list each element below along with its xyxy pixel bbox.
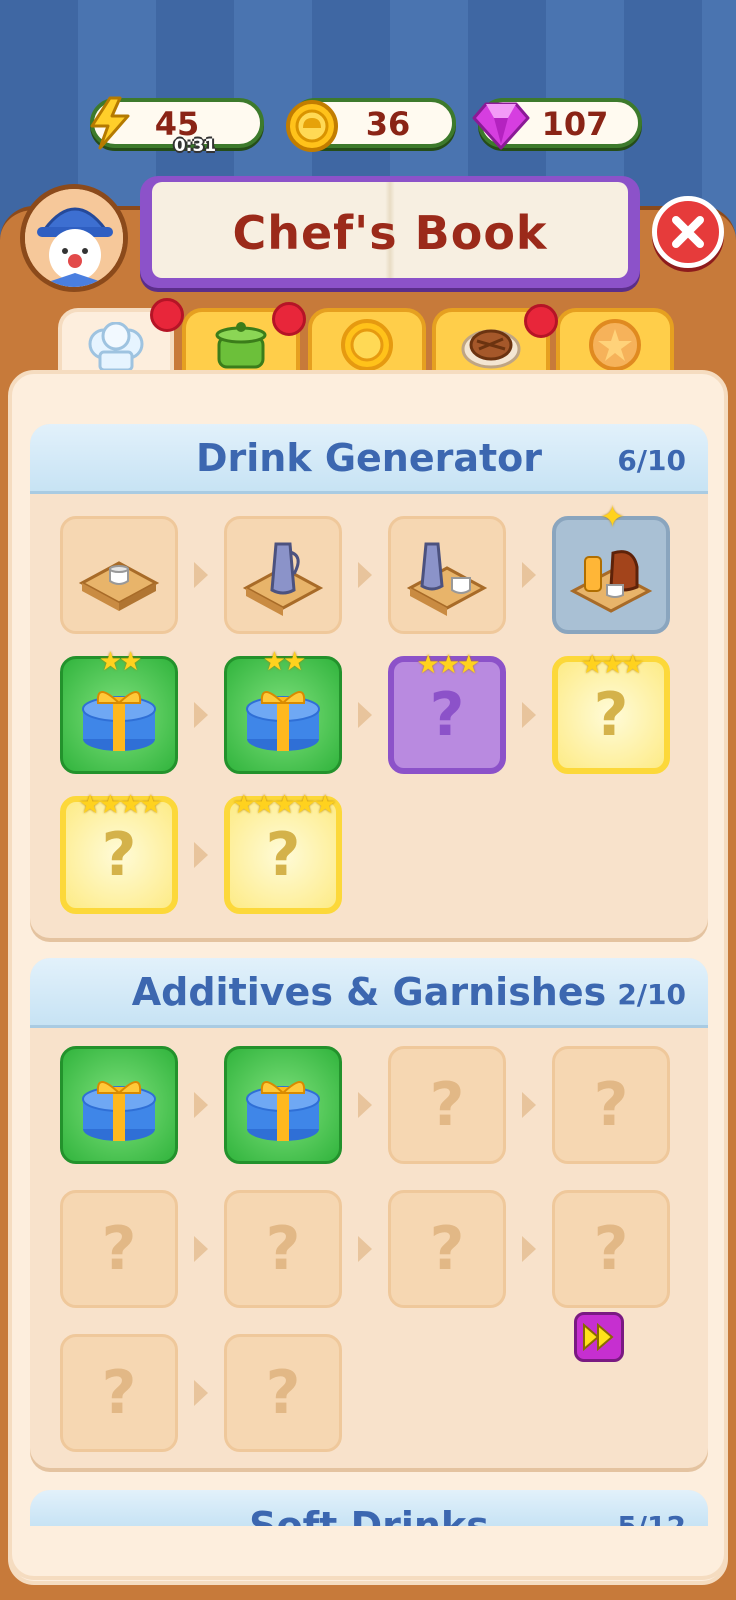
arrow-icon xyxy=(522,1236,536,1262)
section-title: Additives & Garnishes xyxy=(131,970,607,1014)
item-locked[interactable]: ? xyxy=(224,1334,342,1452)
close-button[interactable] xyxy=(652,196,724,268)
item-tray-full[interactable]: ✦ xyxy=(552,500,670,634)
item-locked[interactable]: ? xyxy=(60,1334,178,1452)
section-header: Additives & Garnishes 2/10 xyxy=(30,958,708,1028)
fast-forward-button[interactable] xyxy=(574,1312,624,1362)
section-count: 2/10 xyxy=(617,978,686,1011)
book-pages: Chef's Book xyxy=(152,182,628,278)
tray-pitcher-icon xyxy=(242,542,324,616)
question-mark: ? xyxy=(429,680,465,750)
pot-icon xyxy=(215,322,267,369)
question-mark: ? xyxy=(265,820,301,890)
notification-badge xyxy=(524,304,558,338)
item-stars: ★★ xyxy=(262,647,307,677)
page-title: Chef's Book xyxy=(232,206,548,260)
item-tray-cup[interactable] xyxy=(60,516,178,634)
lightning-icon xyxy=(90,96,130,150)
item-stars: ✦ xyxy=(599,500,625,535)
item-stars: ★★★★ xyxy=(78,790,162,820)
item-unknown[interactable]: ? ★★★ xyxy=(552,650,670,774)
item-locked[interactable]: ? xyxy=(388,1046,506,1164)
panel-bottom-edge xyxy=(8,1526,728,1580)
tray-full-icon xyxy=(569,550,653,613)
item-locked[interactable]: ? xyxy=(388,1190,506,1308)
coin-value: 36 xyxy=(365,105,411,143)
arrow-icon xyxy=(358,1236,372,1262)
question-mark: ? xyxy=(101,820,137,890)
arrow-icon xyxy=(522,702,536,728)
item-unknown[interactable]: ? ★★★★ xyxy=(60,790,178,914)
arrow-icon xyxy=(358,1092,372,1118)
question-mark: ? xyxy=(593,1214,629,1284)
close-icon xyxy=(672,216,704,248)
coin-tab-icon xyxy=(341,319,393,371)
section-soft-drinks: Soft Drinks 5/12 xyxy=(30,1490,708,1526)
notification-badge xyxy=(150,298,184,332)
arrow-icon xyxy=(358,562,372,588)
item-gift[interactable]: ★★ xyxy=(60,647,178,774)
section-drink-generator: Drink Generator 6/10 ✦ ★★ ★★ ? ★★★ ? ★★★… xyxy=(30,424,708,938)
section-count: 6/10 xyxy=(617,444,686,477)
gift-icon xyxy=(246,1081,320,1141)
book-header: Chef's Book xyxy=(140,176,640,288)
question-mark: ? xyxy=(593,1070,629,1140)
item-unknown[interactable]: ? ★★★★★ xyxy=(224,790,342,914)
arrow-icon xyxy=(194,1092,208,1118)
item-unknown[interactable]: ? ★★★ xyxy=(388,650,506,774)
arrow-icon xyxy=(194,562,208,588)
item-tray-pitcher-cup[interactable] xyxy=(388,516,506,634)
question-mark: ? xyxy=(265,1214,301,1284)
player-avatar-icon xyxy=(25,189,123,287)
fast-forward-icon xyxy=(583,1323,614,1351)
section-header: Soft Drinks 5/12 xyxy=(30,1490,708,1526)
gift-icon xyxy=(246,691,320,751)
item-locked[interactable]: ? xyxy=(552,1190,670,1308)
section-title: Drink Generator xyxy=(195,436,543,480)
tab-coins[interactable] xyxy=(308,308,426,378)
notification-badge xyxy=(272,302,306,336)
coin-icon xyxy=(286,100,338,152)
star-icon xyxy=(589,319,641,371)
section-additives-garnishes: Additives & Garnishes 2/10 ? ? ? ? ? ? ?… xyxy=(30,958,708,1468)
tray-cup-icon xyxy=(78,561,160,611)
item-locked[interactable]: ? xyxy=(552,1046,670,1164)
tab-star[interactable] xyxy=(556,308,674,378)
tray-pitcher-cup-icon xyxy=(406,542,488,616)
item-stars: ★★★ xyxy=(416,650,481,680)
question-mark: ? xyxy=(101,1214,137,1284)
gift-icon xyxy=(82,1081,156,1141)
item-gift[interactable]: ★★ xyxy=(224,647,342,774)
steak-icon xyxy=(461,329,521,369)
question-mark: ? xyxy=(593,680,629,750)
arrow-icon xyxy=(522,1092,536,1118)
arrow-icon xyxy=(358,702,372,728)
question-mark: ? xyxy=(429,1070,465,1140)
item-gift[interactable] xyxy=(224,1046,342,1164)
item-tray-pitcher[interactable] xyxy=(224,516,342,634)
section-count: 5/12 xyxy=(617,1510,686,1526)
section-title: Soft Drinks xyxy=(249,1504,489,1526)
question-mark: ? xyxy=(101,1358,137,1428)
arrow-icon xyxy=(194,1380,208,1406)
arrow-icon xyxy=(194,702,208,728)
gem-icon xyxy=(472,102,530,150)
item-stars: ★★★ xyxy=(580,650,645,680)
item-stars: ★★ xyxy=(98,647,143,677)
item-locked[interactable]: ? xyxy=(60,1190,178,1308)
gift-icon xyxy=(82,691,156,751)
question-mark: ? xyxy=(265,1358,301,1428)
question-mark: ? xyxy=(429,1214,465,1284)
item-gift[interactable] xyxy=(60,1046,178,1164)
arrow-icon xyxy=(194,842,208,868)
item-stars: ★★★★★ xyxy=(232,790,337,820)
arrow-icon xyxy=(194,1236,208,1262)
arrow-icon xyxy=(522,562,536,588)
gem-value: 107 xyxy=(541,105,609,143)
item-locked[interactable]: ? xyxy=(224,1190,342,1308)
avatar[interactable] xyxy=(20,184,128,292)
section-header: Drink Generator 6/10 xyxy=(30,424,708,494)
energy-timer: 0:31 xyxy=(173,136,217,156)
